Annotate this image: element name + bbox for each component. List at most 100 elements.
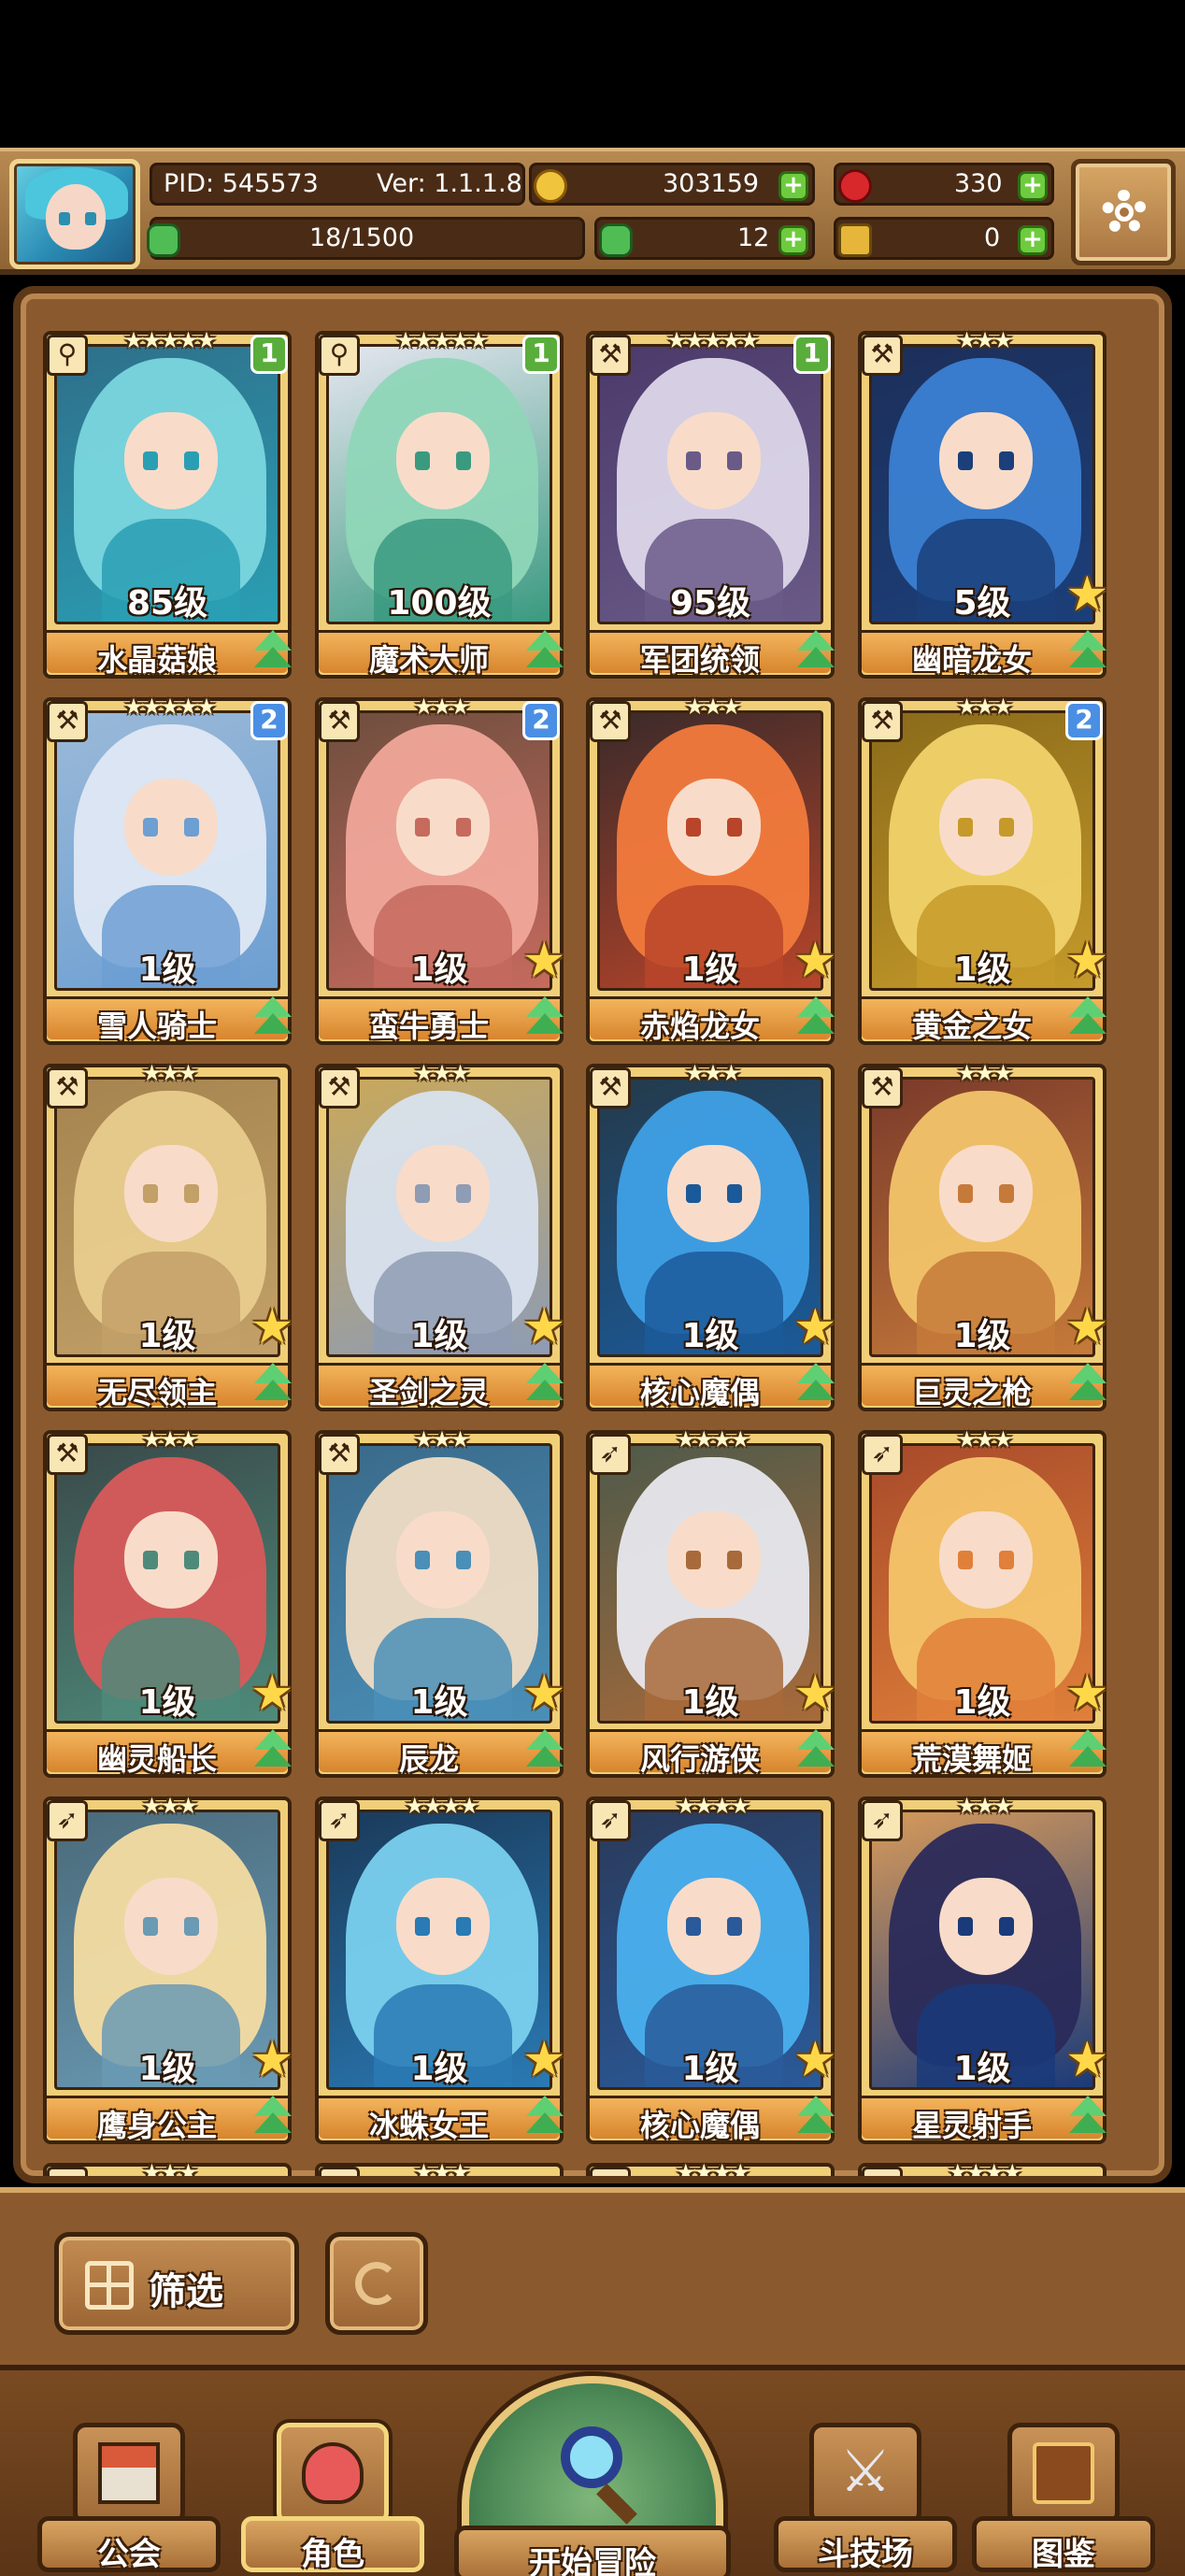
settings-button[interactable] xyxy=(1071,159,1176,265)
rarity-stars: ★★★ xyxy=(413,1426,471,1453)
character-card[interactable]: ★★★ ⚒ 1级 ★ 巨灵之枪 xyxy=(858,1060,1109,1411)
game-version: Ver: 1.1.1.8 xyxy=(377,169,522,198)
character-name: 风行游侠 xyxy=(639,1741,760,1777)
character-card[interactable]: ★★★★★ ⚒ 1 95级 军团统领 xyxy=(586,327,835,679)
advancement-badge: 2 xyxy=(250,701,288,740)
level-up-arrow-icon xyxy=(522,1729,567,1774)
start-adventure-button[interactable]: 开始冒险 xyxy=(454,2367,731,2576)
bow-class-icon: ➶ xyxy=(319,1800,360,1841)
guild-house-icon xyxy=(98,2442,160,2504)
star-upgrade-icon: ★ xyxy=(1065,566,1109,623)
exp-clover-icon xyxy=(147,223,180,257)
character-card[interactable]: ★★★ ➶ 1级 ★ 荒漠舞姬 xyxy=(858,1426,1109,1778)
character-card[interactable]: ★★★ ⚒ 1级 ★ 无尽领主 xyxy=(43,1060,295,1411)
character-name: 魔术大师 xyxy=(368,642,489,678)
character-card-partial[interactable]: ★★★★ ➶ xyxy=(858,2159,1106,2176)
star-upgrade-icon: ★ xyxy=(1065,2032,1109,2088)
refresh-button[interactable] xyxy=(325,2232,428,2335)
character-name: 无尽领主 xyxy=(96,1375,217,1410)
exp-progress: 18/1500 xyxy=(309,223,415,252)
axe-class-icon: ⚒ xyxy=(590,701,631,742)
advancement-badge: 1 xyxy=(522,335,560,374)
level-up-arrow-icon xyxy=(1065,630,1110,675)
character-card[interactable]: ★★★ ⚒ 1级 ★ 赤焰龙女 xyxy=(586,694,837,1045)
nav-arena[interactable]: ⚔ 斗技场 xyxy=(774,2423,957,2576)
character-card[interactable]: ★★★ ⚒ 1级 ★ 幽灵船长 xyxy=(43,1426,294,1778)
level-up-arrow-icon xyxy=(1065,996,1110,1041)
character-card-partial[interactable]: ★★★ ➶ xyxy=(43,2159,292,2183)
axe-class-icon: ⚒ xyxy=(862,335,903,376)
character-card[interactable]: ★★★★★ ⚒ 2 1级 雪人骑士 xyxy=(43,694,295,1045)
rarity-stars: ★★★ xyxy=(684,1060,742,1086)
clover-icon xyxy=(599,223,633,257)
character-level: 1级 xyxy=(138,2050,196,2088)
player-avatar[interactable] xyxy=(9,159,140,269)
character-card[interactable]: ★★★ ⚒ 2 1级 ★ 蛮牛勇士 xyxy=(315,694,566,1045)
bow-class-icon: ➶ xyxy=(47,2167,88,2176)
advancement-badge: 2 xyxy=(522,701,560,740)
character-name: 鹰身公主 xyxy=(96,2108,217,2143)
red-gem-icon xyxy=(838,169,872,203)
character-name: 冰蛛女王 xyxy=(368,2108,489,2143)
nav-character[interactable]: 角色 xyxy=(241,2423,424,2576)
star-upgrade-icon: ★ xyxy=(793,1299,837,1355)
nav-codex[interactable]: 图鉴 xyxy=(972,2423,1155,2576)
character-portrait xyxy=(54,2176,280,2183)
codex-book-icon xyxy=(1033,2442,1094,2504)
character-card[interactable]: ★★★ ➶ 1级 ★ 鹰身公主 xyxy=(43,1793,294,2144)
character-card-partial[interactable]: ★★★★ ➶ xyxy=(586,2159,835,2176)
add-gem-button[interactable]: + xyxy=(1018,171,1048,201)
nav-arena-label: 斗技场 xyxy=(818,2536,913,2573)
rarity-stars: ★★★★★ xyxy=(123,694,217,720)
axe-class-icon: ⚒ xyxy=(319,1434,360,1475)
player-id: PID: 545573 xyxy=(164,169,319,198)
character-level: 1级 xyxy=(681,2050,739,2088)
character-card[interactable]: ★★★★★ ⚲ 1 85级 水晶菇娘 xyxy=(43,327,292,679)
level-up-arrow-icon xyxy=(250,996,295,1041)
star-upgrade-icon: ★ xyxy=(522,1299,566,1355)
advancement-badge: 1 xyxy=(793,335,831,374)
filter-button[interactable]: 筛选 xyxy=(54,2232,299,2335)
character-card[interactable]: ★★★ ➶ 1级 ★ 星灵射手 xyxy=(858,1793,1109,2144)
clover-amount: 12 xyxy=(737,223,770,252)
character-level: 1级 xyxy=(410,1317,468,1355)
rarity-stars: ★★★ xyxy=(684,694,742,720)
character-grid[interactable]: ★★★★★ ⚲ 1 85级 水晶菇娘 ★★★★★ ⚲ 1 100级 魔术大师 ★★★★★ ⚒ 1 95级军… xyxy=(30,303,1161,2183)
exp-bar: 18/1500 xyxy=(147,217,585,260)
axe-class-icon: ⚒ xyxy=(319,1067,360,1109)
character-card[interactable]: ★★★★ ➶ 1级 ★ 风行游侠 xyxy=(586,1426,837,1778)
add-gold-button[interactable]: + xyxy=(778,171,808,201)
gold-coin-icon xyxy=(534,169,567,203)
add-key-button[interactable]: + xyxy=(1018,225,1048,255)
character-card[interactable]: ★★★ ⚒ 1级 ★ 圣剑之灵 xyxy=(315,1060,566,1411)
character-card[interactable]: ★★★ ⚒ 2 1级 ★ 黄金之女 xyxy=(858,694,1109,1045)
add-clover-button[interactable]: + xyxy=(778,225,808,255)
character-name: 核心魔偶 xyxy=(639,2108,760,2143)
axe-class-icon: ⚒ xyxy=(862,701,903,742)
character-card[interactable]: ★★★ ⚒ 1级 ★ 辰龙 xyxy=(315,1426,567,1778)
axe-class-icon: ⚒ xyxy=(319,701,360,742)
grid-filter-icon xyxy=(85,2261,134,2310)
character-card[interactable]: ★★★★ ➶ 1级 ★ 核心魔偶 xyxy=(586,1793,837,2144)
refresh-icon xyxy=(355,2262,398,2305)
filter-toolbar: 筛选 xyxy=(0,2187,1185,2365)
character-card[interactable]: ★★★ ⚒ 5级 ★ 幽暗龙女 xyxy=(858,327,1109,679)
rarity-stars: ★★★ xyxy=(141,1793,199,1819)
character-name: 赤焰龙女 xyxy=(639,1009,760,1044)
character-card[interactable]: ★★★★★ ⚲ 1 100级 魔术大师 xyxy=(315,327,564,679)
character-level: 85级 xyxy=(126,584,208,623)
rarity-stars: ★★★ xyxy=(413,2159,471,2183)
character-card[interactable]: ★★★ ⚒ 1级 ★ 核心魔偶 xyxy=(586,1060,837,1411)
character-card[interactable]: ★★★★ ➶ 1级 ★ 冰蛛女王 xyxy=(315,1793,566,2144)
bow-class-icon: ➶ xyxy=(862,1434,903,1475)
character-name: 幽暗龙女 xyxy=(911,642,1032,678)
character-level: 1级 xyxy=(410,951,468,989)
character-card-partial[interactable]: ★★★ ➶ xyxy=(315,2159,564,2183)
level-up-arrow-icon xyxy=(250,1363,295,1408)
gold-amount: 303159 xyxy=(663,169,760,198)
nav-guild[interactable]: 公会 xyxy=(37,2423,221,2576)
star-upgrade-icon: ★ xyxy=(522,933,566,989)
sword-class-icon: ⚲ xyxy=(47,335,88,376)
character-level: 1级 xyxy=(953,951,1011,989)
character-portrait xyxy=(326,2176,552,2183)
